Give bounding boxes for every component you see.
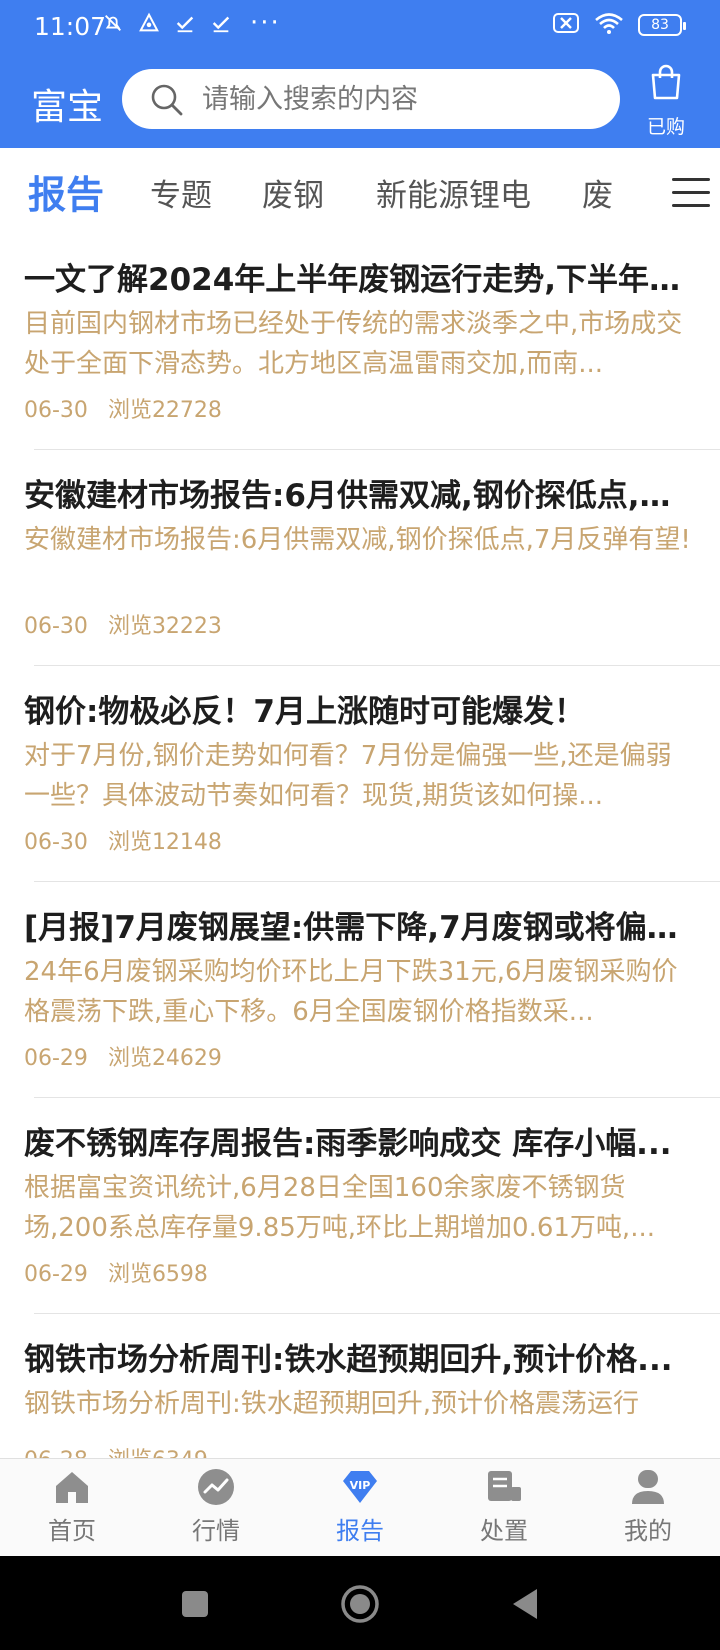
nav-label: 处置 [480,1517,528,1545]
recent-apps-icon[interactable] [175,1584,215,1624]
back-icon[interactable] [505,1584,545,1624]
article-summary: 钢铁市场分析周刊:铁水超预期回升,预计价格震荡运行 [24,1389,640,1419]
article-date: 06-30 [24,614,88,639]
article-date: 06-29 [24,1262,88,1287]
article-summary: 安徽建材市场报告:6月供需双减,钢价探低点,7月反弹有望! [24,525,691,555]
article-item[interactable]: 安徽建材市场报告:6月供需双减,钢价探低点,7... 安徽建材市场报告:6月供需… [0,450,720,666]
nav-label: 报告 [336,1517,384,1545]
more-notifications-icon: ··· [250,8,281,38]
mute-notification-icon [102,12,124,34]
article-summary: 根据富宝资讯统计,6月28日全国160余家废不锈钢货场,200系总库存量9.85… [24,1173,655,1243]
article-meta: 06-29 浏览6598 [24,1256,208,1288]
article-summary: 目前国内钢材市场已经处于传统的需求淡季之中,市场成交处于全面下滑态势。北方地区高… [24,309,683,379]
article-title: [月报]7月废钢展望:供需下降,7月废钢或将偏弱... [24,910,684,946]
article-date: 06-30 [24,830,88,855]
purchased-button[interactable]: 已购 [640,62,692,138]
tab-report[interactable]: 报告 [28,164,104,219]
article-meta: 06-28 浏览6349 [24,1442,208,1458]
search-icon [151,84,183,116]
article-list[interactable]: 一文了解2024年上半年废钢运行走势,下半年... 目前国内钢材市场已经处于传统… [0,234,720,1458]
search-bar[interactable] [122,69,620,129]
article-views: 浏览22728 [107,398,222,423]
svg-text:VIP: VIP [350,1479,371,1492]
article-views: 浏览24629 [107,1046,222,1071]
article-views: 浏览6598 [107,1262,208,1287]
article-meta: 06-30 浏览32223 [24,608,222,640]
nav-mine[interactable]: 我的 [576,1459,720,1557]
article-item[interactable]: 废不锈钢库存周报告:雨季影响成交 库存小幅... 根据富宝资讯统计,6月28日全… [0,1098,720,1314]
article-title: 钢铁市场分析周刊:铁水超预期回升,预计价格... [24,1342,673,1378]
category-tabs: 报告 专题 废钢 新能源锂电 废 [0,148,720,234]
article-item[interactable]: 一文了解2024年上半年废钢运行走势,下半年... 目前国内钢材市场已经处于传统… [0,234,720,450]
article-meta: 06-29 浏览24629 [24,1040,222,1072]
brand-logo-text[interactable]: 富宝 [31,78,103,130]
shopping-bag-icon [651,64,681,100]
article-meta: 06-30 浏览12148 [24,824,222,856]
article-views: 浏览32223 [107,614,222,639]
status-bar: 11:07 ··· 83 [0,0,720,56]
nav-label: 行情 [192,1517,240,1545]
notification-icons [102,12,232,34]
nav-dispose[interactable]: 处置 [432,1459,576,1557]
wifi-icon [594,12,624,38]
article-views: 浏览6349 [108,1448,208,1458]
sim-error-icon [552,12,580,38]
search-input[interactable] [202,69,602,129]
article-title: 一文了解2024年上半年废钢运行走势,下半年... [24,262,684,298]
tab-scrap-steel[interactable]: 废钢 [262,170,324,215]
vip-diamond-icon: VIP [343,1471,377,1503]
article-item[interactable]: [月报]7月废钢展望:供需下降,7月废钢或将偏弱... 24年6月废钢采购均价环… [0,882,720,1098]
home-icon [56,1472,88,1503]
nav-market[interactable]: 行情 [144,1459,288,1557]
market-trend-icon [198,1469,234,1505]
check-notification-icon [210,12,232,34]
nav-label: 首页 [48,1517,96,1545]
home-button-icon[interactable] [340,1584,380,1624]
nav-home[interactable]: 首页 [0,1459,144,1557]
article-summary: 24年6月废钢采购均价环比上月下跌31元,6月废钢采购价格震荡下跌,重心下移。6… [24,957,678,1027]
profile-icon [632,1470,664,1504]
app-screen: 11:07 ··· 83 富宝 请输入搜索的内容 已购 报告 专题 废钢 新能源… [0,0,720,1650]
nav-label: 我的 [624,1517,672,1545]
check-notification-icon [174,12,196,34]
article-date: 06-28 [24,1448,88,1458]
status-time: 11:07 [34,12,107,41]
battery-level: 83 [651,17,669,33]
tabs-menu-button[interactable] [656,148,720,234]
bottom-navigation: 首页 行情 VIP 报告 处置 我的 [0,1458,720,1556]
article-title: 安徽建材市场报告:6月供需双减,钢价探低点,7... [24,478,684,514]
article-date: 06-30 [24,398,88,423]
system-status-icons: 83 [552,12,686,38]
tab-topics[interactable]: 专题 [150,170,212,215]
article-title: 废不锈钢库存周报告:雨季影响成交 库存小幅... [24,1126,672,1162]
tabs-fade [608,148,658,234]
menu-icon [672,178,710,181]
system-navigation-bar [0,1556,720,1650]
battery-icon: 83 [638,14,686,36]
purchased-label: 已购 [646,116,685,138]
article-views: 浏览12148 [107,830,222,855]
tab-new-energy-lithium[interactable]: 新能源锂电 [376,170,531,215]
app-header: 11:07 ··· 83 富宝 请输入搜索的内容 已购 [0,0,720,148]
dispose-truck-icon [488,1471,521,1501]
app-notification-icon [138,12,160,34]
article-date: 06-29 [24,1046,88,1071]
article-summary: 对于7月份,钢价走势如何看？7月份是偏强一些,还是偏弱一些？具体波动节奏如何看？… [24,741,672,811]
article-item[interactable]: 钢价:物极必反！7月上涨随时可能爆发！ 对于7月份,钢价走势如何看？7月份是偏强… [0,666,720,882]
article-item[interactable]: 钢铁市场分析周刊:铁水超预期回升,预计价格... 钢铁市场分析周刊:铁水超预期回… [0,1314,720,1458]
nav-report[interactable]: VIP 报告 [288,1459,432,1557]
article-meta: 06-30 浏览22728 [24,392,222,424]
article-title: 钢价:物极必反！7月上涨随时可能爆发！ [24,694,585,730]
